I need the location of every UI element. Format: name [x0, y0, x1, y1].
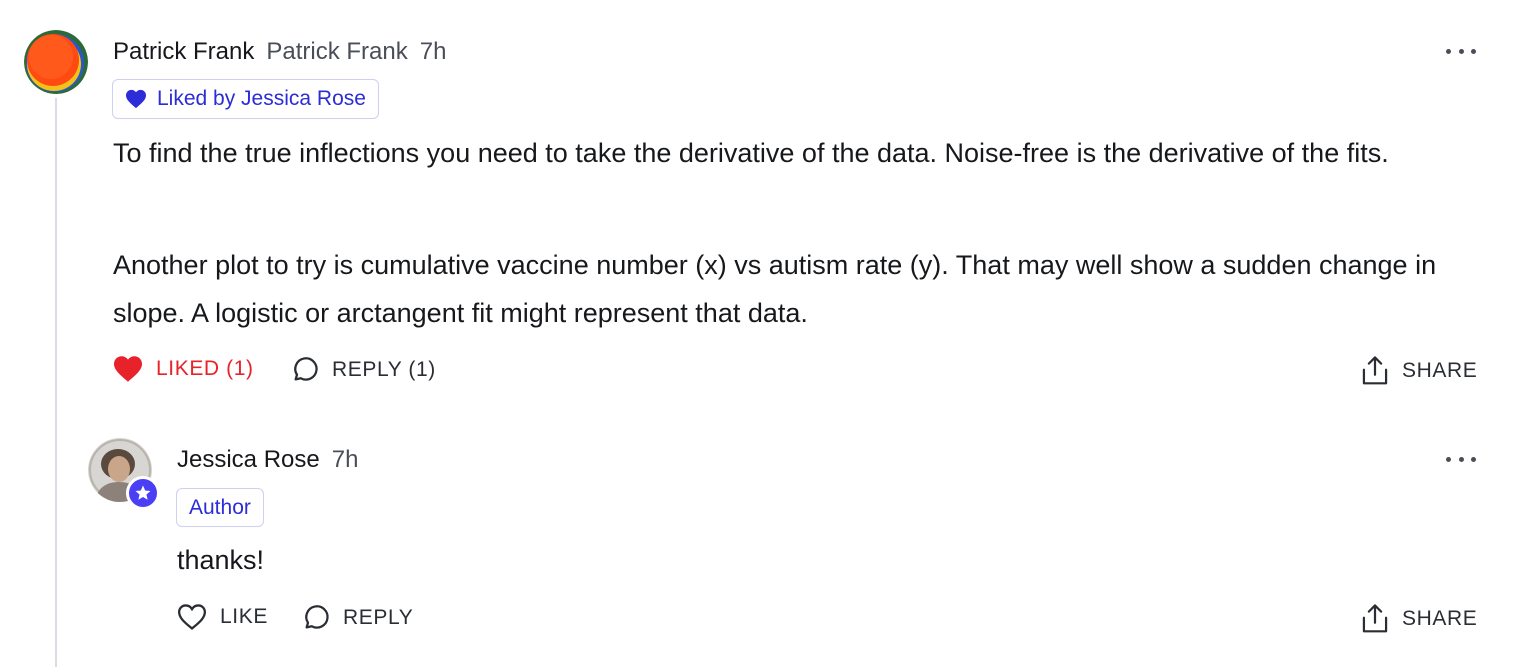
- like-label: LIKE: [220, 605, 268, 628]
- star-icon: [135, 485, 151, 500]
- author-handle[interactable]: Patrick Frank: [266, 38, 407, 66]
- comment-meta: Jessica Rose 7h: [177, 446, 358, 474]
- author-badge-label: Author: [189, 495, 251, 519]
- share-icon: [1362, 604, 1388, 633]
- share-label: SHARE: [1402, 359, 1478, 382]
- author-name[interactable]: Jessica Rose: [177, 446, 320, 474]
- liked-by-badge: Liked by Jessica Rose: [112, 79, 379, 119]
- reply-button[interactable]: REPLY (1): [290, 355, 436, 385]
- reply-button[interactable]: REPLY: [301, 603, 413, 633]
- comment-paragraph: Another plot to try is cumulative vaccin…: [113, 250, 1437, 328]
- comment-meta: Patrick Frank Patrick Frank 7h: [113, 38, 446, 66]
- like-label: LIKED (1): [156, 357, 254, 380]
- heart-icon: [126, 89, 146, 109]
- author-star-badge: [126, 476, 160, 510]
- heart-icon: [177, 604, 207, 630]
- comment: Patrick Frank Patrick Frank 7h Liked by …: [0, 0, 1519, 410]
- share-label: SHARE: [1402, 607, 1478, 630]
- share-button[interactable]: SHARE: [1360, 603, 1477, 635]
- ellipsis-icon[interactable]: [1446, 45, 1476, 57]
- reply-label: REPLY (1): [332, 358, 436, 381]
- comment-bubble-icon: [294, 357, 318, 381]
- comment-paragraph: To find the true inflections you need to…: [113, 138, 1389, 168]
- timestamp[interactable]: 7h: [420, 38, 447, 66]
- share-icon: [1362, 356, 1388, 385]
- liked-by-label: Liked by Jessica Rose: [157, 87, 366, 110]
- heart-icon: [114, 356, 142, 382]
- author-name[interactable]: Patrick Frank: [113, 38, 254, 66]
- share-button[interactable]: SHARE: [1360, 355, 1477, 387]
- author-badge: Author: [176, 488, 264, 527]
- timestamp[interactable]: 7h: [332, 446, 359, 474]
- ellipsis-icon[interactable]: [1446, 453, 1476, 465]
- comment-bubble-icon: [305, 605, 329, 629]
- reply-label: REPLY: [343, 606, 414, 629]
- avatar[interactable]: [24, 30, 88, 94]
- like-button[interactable]: LIKE: [176, 603, 268, 631]
- reply-text: thanks!: [177, 545, 265, 575]
- like-button[interactable]: LIKED (1): [112, 355, 254, 383]
